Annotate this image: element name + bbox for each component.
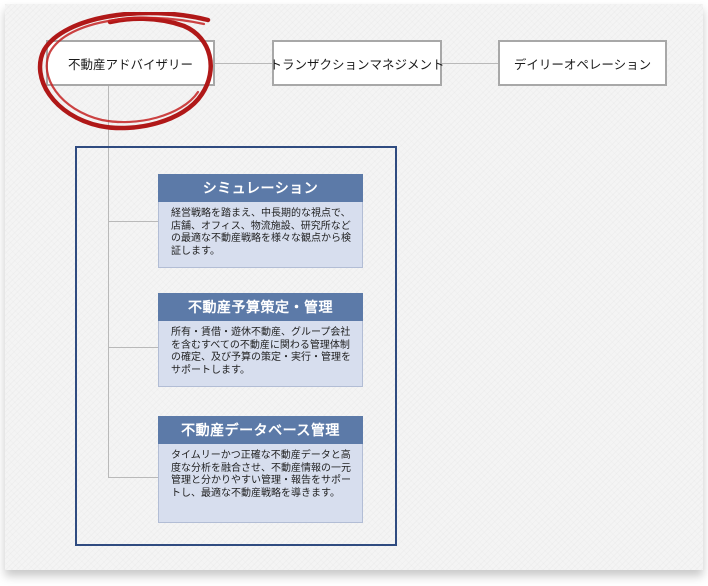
service-item-description: 経営戦略を踏まえ、中長期的な視点で、店舗、オフィス、物流施設、研究所などの最適な… — [158, 202, 363, 268]
nav-box-label: 不動産アドバイザリー — [67, 56, 193, 72]
service-item-description: タイムリーかつ正確な不動産データと高度な分析を融合させ、不動産情報の一元管理と分… — [158, 444, 363, 523]
nav-box-label: トランザクションマネジメント — [269, 56, 445, 72]
nav-box-label: デイリーオペレーション — [513, 56, 652, 72]
nav-box-daily-operation[interactable]: デイリーオペレーション — [498, 40, 667, 86]
service-item-simulation: シミュレーション 経営戦略を踏まえ、中長期的な視点で、店舗、オフィス、物流施設、… — [158, 174, 363, 268]
service-item-title: シミュレーション — [158, 174, 363, 202]
connector-top-1 — [215, 63, 272, 64]
service-item-title: 不動産予算策定・管理 — [158, 293, 363, 321]
service-item-description: 所有・賃借・遊休不動産、グループ会社を含むすべての不動産に関わる管理体制の確定、… — [158, 321, 363, 387]
service-item-database: 不動産データベース管理 タイムリーかつ正確な不動産データと高度な分析を融合させ、… — [158, 416, 363, 523]
nav-box-transaction[interactable]: トランザクションマネジメント — [269, 40, 445, 86]
service-item-title: 不動産データベース管理 — [158, 416, 363, 444]
service-item-budget: 不動産予算策定・管理 所有・賃借・遊休不動産、グループ会社を含むすべての不動産に… — [158, 293, 363, 387]
nav-box-advisory[interactable]: 不動産アドバイザリー — [46, 40, 215, 86]
connector-top-2 — [442, 63, 498, 64]
